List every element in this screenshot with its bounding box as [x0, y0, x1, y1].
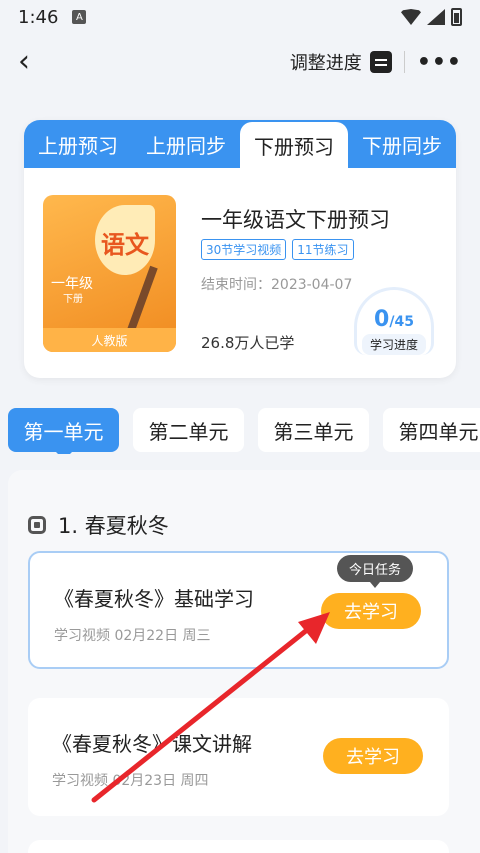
progress-gauge: 0/45 学习进度	[354, 287, 434, 355]
end-time: 结束时间：2023-04-07	[201, 277, 353, 293]
tab-upper-sync[interactable]: 上册同步	[132, 120, 240, 168]
adjust-progress-button[interactable]: 调整进度	[290, 49, 392, 75]
progress-done: 0	[374, 307, 390, 332]
book-cover[interactable]: 语文 一年级 下册 人教版	[43, 195, 176, 352]
signal-icon	[427, 9, 445, 25]
go-study-button[interactable]: 去学习	[323, 738, 423, 774]
today-task-badge: 今日任务	[336, 555, 413, 588]
unit-tab-4[interactable]: 第四单元	[383, 408, 480, 452]
wifi-icon	[401, 9, 421, 25]
status-time: 1:46	[18, 6, 59, 28]
brush-icon	[126, 265, 158, 335]
cover-subject: 语文	[101, 231, 149, 259]
volume-tabs: 上册预习 上册同步 下册预习 下册同步	[24, 120, 456, 168]
lesson-title: 《春夏秋冬》基础学习	[54, 587, 254, 611]
unit-tabs: 第一单元 第二单元 第三单元 第四单元	[0, 408, 480, 454]
adjust-progress-label: 调整进度	[289, 53, 362, 74]
progress-label: 学习进度	[361, 334, 426, 355]
status-bar: 1:46 A	[0, 0, 480, 34]
go-study-button[interactable]: 去学习	[321, 593, 421, 629]
lesson-card[interactable]: 《春夏秋冬》课文讲解 学习视频 02月23日 周四 去学习	[28, 698, 449, 816]
tab-lower-sync[interactable]: 下册同步	[348, 120, 456, 168]
progress-value: 0/45	[374, 307, 414, 332]
learned-count: 26.8万人已学	[201, 334, 295, 352]
section-title: 1. 春夏秋冬	[28, 510, 169, 540]
tag-exercises: 11节练习	[292, 239, 354, 260]
progress-total: /45	[389, 314, 414, 330]
section-title-text: 1. 春夏秋冬	[58, 514, 169, 538]
back-arrow-icon[interactable]: ‹	[18, 47, 54, 77]
lesson-meta: 学习视频 02月23日 周四	[52, 773, 209, 789]
section-icon	[28, 516, 46, 534]
tag-videos: 30节学习视频	[201, 239, 287, 260]
lesson-meta: 学习视频 02月22日 周三	[54, 628, 211, 644]
cover-edition: 人教版	[43, 328, 176, 352]
more-icon[interactable]: •••	[417, 50, 462, 75]
lesson-card-partial[interactable]	[28, 840, 449, 853]
course-card: 上册预习 上册同步 下册预习 下册同步 语文 一年级 下册 人教版 一年级语文下…	[24, 120, 456, 378]
lesson-card[interactable]: 《春夏秋冬》基础学习 学习视频 02月22日 周三 今日任务 去学习	[28, 551, 449, 669]
calendar-icon	[369, 51, 392, 73]
top-nav: ‹ 调整进度 •••	[0, 34, 480, 90]
tab-upper-preview[interactable]: 上册预习	[24, 120, 132, 168]
course-tags: 30节学习视频 11节练习	[201, 239, 354, 260]
unit-tab-1[interactable]: 第一单元	[8, 408, 119, 454]
tab-lower-preview[interactable]: 下册预习	[240, 122, 348, 168]
unit-tab-3[interactable]: 第三单元	[258, 408, 369, 452]
course-title: 一年级语文下册预习	[201, 208, 390, 232]
lesson-title: 《春夏秋冬》课文讲解	[52, 732, 252, 756]
nav-divider	[403, 51, 405, 73]
notification-icon: A	[72, 10, 87, 24]
status-icons	[401, 8, 462, 26]
unit-tab-2[interactable]: 第二单元	[133, 408, 244, 452]
cover-volume: 下册	[63, 294, 83, 305]
battery-icon	[451, 8, 462, 26]
